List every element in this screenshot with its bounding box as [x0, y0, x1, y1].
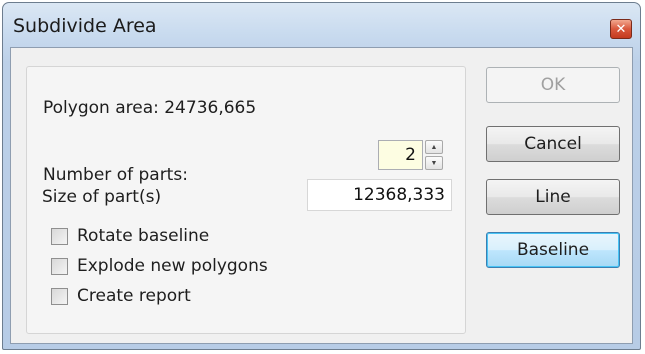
spin-down-icon[interactable]: ▼ [425, 156, 443, 170]
title-bar[interactable]: Subdivide Area ✕ [3, 3, 640, 47]
close-icon: ✕ [615, 21, 627, 37]
dialog-window: Subdivide Area ✕ Polygon area: 24736,665… [2, 2, 641, 350]
explode-new-polygons-checkbox[interactable] [51, 258, 68, 275]
polygon-area-label: Polygon area: 24736,665 [43, 98, 257, 118]
number-of-parts-input[interactable]: 2 [378, 140, 423, 170]
size-of-parts-input[interactable]: 12368,333 [307, 179, 452, 211]
number-of-parts-label: Number of parts: [43, 165, 188, 185]
create-report-label: Create report [77, 286, 191, 306]
spin-up-icon[interactable]: ▲ [425, 140, 443, 154]
number-of-parts-spinner[interactable]: ▲ ▼ [425, 140, 443, 170]
dialog-title: Subdivide Area [13, 15, 157, 37]
cancel-button[interactable]: Cancel [486, 126, 620, 162]
rotate-baseline-checkbox[interactable] [51, 228, 68, 245]
create-report-checkbox[interactable] [51, 288, 68, 305]
explode-new-polygons-label: Explode new polygons [77, 256, 268, 276]
line-button[interactable]: Line [486, 179, 620, 215]
close-button[interactable]: ✕ [610, 19, 632, 39]
rotate-baseline-label: Rotate baseline [77, 226, 210, 246]
baseline-button[interactable]: Baseline [486, 232, 620, 268]
size-of-parts-label: Size of part(s) [42, 187, 162, 207]
dialog-client-area: Polygon area: 24736,665 Number of parts:… [10, 47, 633, 344]
ok-button[interactable]: OK [486, 67, 620, 103]
